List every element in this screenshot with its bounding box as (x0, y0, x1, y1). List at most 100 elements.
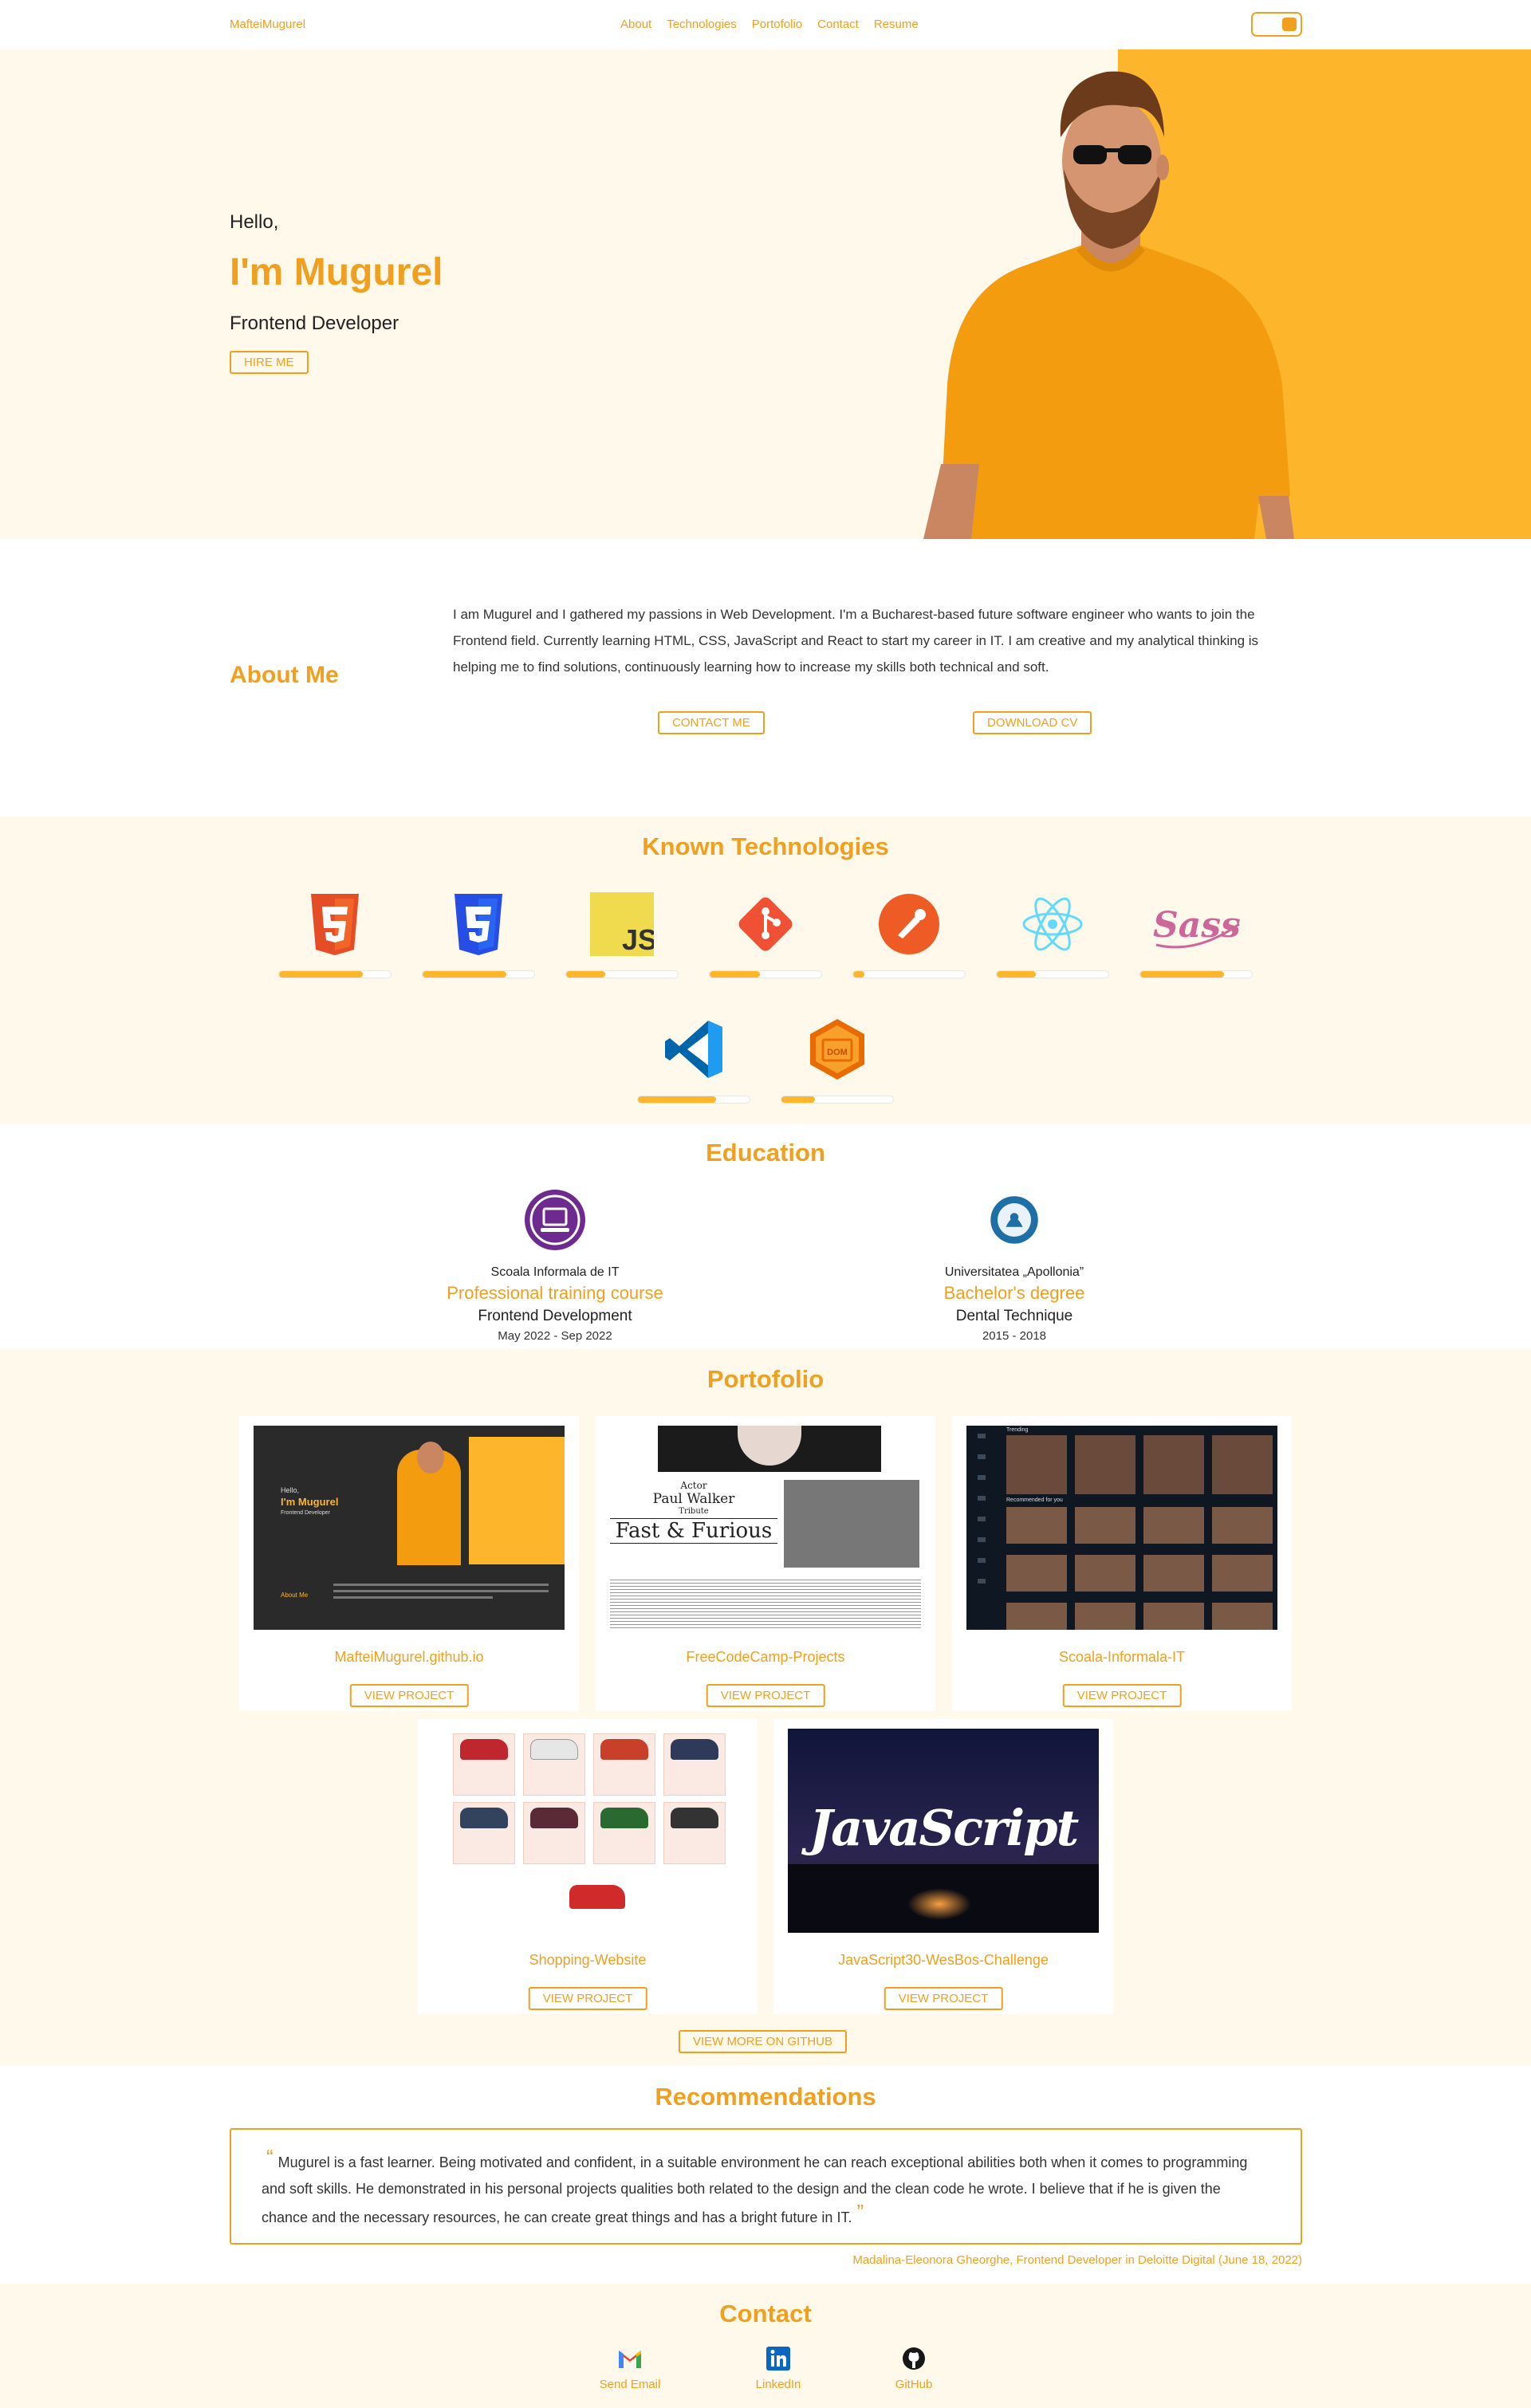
preview-text-columns (610, 1577, 921, 1630)
contact-label: Send Email (599, 2378, 661, 2391)
github-link[interactable]: GitHub (866, 2344, 962, 2392)
education-item: Universitatea „Apollonia” Bachelor's deg… (855, 1188, 1174, 1345)
profile-photo (923, 71, 1294, 539)
skill-bar-fill (710, 971, 760, 978)
view-more-github-button[interactable]: VIEW MORE ON GITHUB (679, 2030, 848, 2053)
hire-me-button[interactable]: HIRE ME (230, 351, 309, 374)
preview-tribute: Tribute (679, 1507, 709, 1516)
hero-role: Frontend Developer (230, 313, 399, 334)
theme-toggle[interactable] (1251, 12, 1302, 37)
download-cv-button[interactable]: DOWNLOAD CV (973, 711, 1092, 734)
tech-item-css3 (422, 892, 535, 996)
project-preview (432, 1729, 743, 1933)
html5-icon (311, 894, 359, 955)
skill-bar-fill (279, 971, 363, 978)
project-card: JavaScript JavaScript30-WesBos-Challenge… (773, 1719, 1113, 2014)
product-car (671, 1808, 718, 1828)
preview-head (417, 1442, 444, 1474)
product-car (460, 1808, 508, 1828)
preview-line (333, 1584, 549, 1586)
vscode-icon (665, 1021, 722, 1078)
view-project-button[interactable]: VIEW PROJECT (349, 1684, 469, 1707)
preview-js-title: JavaScript (809, 1799, 1079, 1857)
preview-grid-row (1006, 1555, 1277, 1592)
css3-icon (455, 894, 502, 955)
recommendation-author: Madalina-Eleonora Gheorghe, Frontend Dev… (852, 2253, 1302, 2267)
product-tile (453, 1733, 515, 1796)
sass-icon: Sass (1153, 905, 1241, 949)
preview-name: I'm Mugurel (281, 1496, 339, 1508)
product-tile (523, 1733, 585, 1796)
hero-section: Hello, I'm Mugurel Frontend Developer HI… (0, 49, 1531, 539)
project-card: Trending Recommended for you Scoala-Info… (952, 1416, 1292, 1711)
brand-link[interactable]: MafteiMugurel (230, 18, 305, 31)
education-item: Scoala Informala de IT Professional trai… (396, 1188, 714, 1345)
product-car (530, 1808, 578, 1828)
preview-trending: Trending (1006, 1427, 1029, 1433)
project-title: FreeCodeCamp-Projects (686, 1649, 845, 1665)
recommendation-text: Mugurel is a fast learner. Being motivat… (262, 2154, 1248, 2225)
nav-link-about[interactable]: About (620, 18, 651, 31)
preview-line (333, 1596, 493, 1599)
project-preview: Hello, I'm Mugurel Frontend Developer Ab… (254, 1426, 565, 1630)
technologies-section: Known Technologies JS Sass DOM (0, 816, 1531, 1124)
skill-bar (996, 970, 1109, 978)
contact-section: Contact Send Email LinkedIn GitHub (0, 2284, 1531, 2408)
technologies-title: Known Technologies (642, 832, 889, 860)
preview-glow (907, 1888, 971, 1920)
recommendations-title: Recommendations (655, 2083, 876, 2111)
nav-link-portofolio[interactable]: Portofolio (752, 18, 802, 31)
product-tile (593, 1733, 655, 1796)
svg-text:JS: JS (622, 923, 654, 956)
skill-bar-fill (1140, 971, 1224, 978)
view-project-button[interactable]: VIEW PROJECT (1062, 1684, 1182, 1707)
view-project-button[interactable]: VIEW PROJECT (706, 1684, 825, 1707)
product-car (569, 1885, 625, 1909)
preview-line (333, 1590, 549, 1592)
tech-item-postman (852, 892, 966, 996)
preview-film: Fast & Furious (610, 1518, 777, 1544)
recommendation-card: “Mugurel is a fast learner. Being motiva… (230, 2128, 1302, 2245)
portfolio-title: Portofolio (706, 1365, 825, 1393)
product-car (530, 1739, 578, 1760)
skill-bar (637, 1096, 750, 1104)
tech-item-git (709, 892, 822, 996)
field: Dental Technique (955, 1308, 1073, 1324)
product-car (600, 1808, 648, 1828)
contact-me-button[interactable]: CONTACT ME (658, 711, 765, 734)
linkedin-link[interactable]: LinkedIn (730, 2344, 826, 2392)
preview-hello: Hello, (281, 1486, 300, 1494)
nav-link-resume[interactable]: Resume (874, 18, 919, 31)
view-project-button[interactable]: VIEW PROJECT (884, 1987, 1003, 2010)
school-name: Scoala Informala de IT (490, 1265, 620, 1279)
toggle-knob (1282, 18, 1297, 31)
project-card: Shopping-Website VIEW PROJECT (418, 1719, 758, 2014)
nav-link-technologies[interactable]: Technologies (667, 18, 737, 31)
skill-bar-fill (423, 971, 506, 978)
project-preview: Actor Paul Walker Tribute Fast & Furious (610, 1426, 921, 1630)
tech-item-dom: DOM (781, 1017, 894, 1121)
degree: Professional training course (447, 1283, 663, 1303)
project-title: MafteiMugurel.github.io (334, 1649, 484, 1665)
product-car (600, 1739, 648, 1760)
skill-bar (781, 1096, 894, 1104)
preview-heading: Actor Paul Walker Tribute Fast & Furious (610, 1480, 777, 1544)
javascript-icon: JS (590, 892, 654, 956)
skill-bar-fill (566, 971, 605, 978)
tech-item-html5 (278, 892, 392, 996)
about-title: About Me (230, 662, 339, 688)
education-title: Education (706, 1139, 825, 1167)
project-preview: JavaScript (788, 1729, 1099, 1933)
recommendation-body: “Mugurel is a fast learner. Being motiva… (262, 2145, 1270, 2231)
preview-role: Frontend Developer (281, 1510, 330, 1516)
send-email-link[interactable]: Send Email (582, 2344, 678, 2392)
school-name: Universitatea „Apollonia” (944, 1265, 1084, 1279)
skill-bar (278, 970, 392, 978)
preview-grid-row (1006, 1603, 1277, 1630)
hero-name: I'm Mugurel (230, 251, 443, 293)
nav-link-contact[interactable]: Contact (817, 18, 859, 31)
project-card: Hello, I'm Mugurel Frontend Developer Ab… (239, 1416, 579, 1711)
view-project-button[interactable]: VIEW PROJECT (528, 1987, 647, 2010)
contact-title: Contact (719, 2300, 812, 2327)
contact-label: GitHub (895, 2378, 933, 2391)
